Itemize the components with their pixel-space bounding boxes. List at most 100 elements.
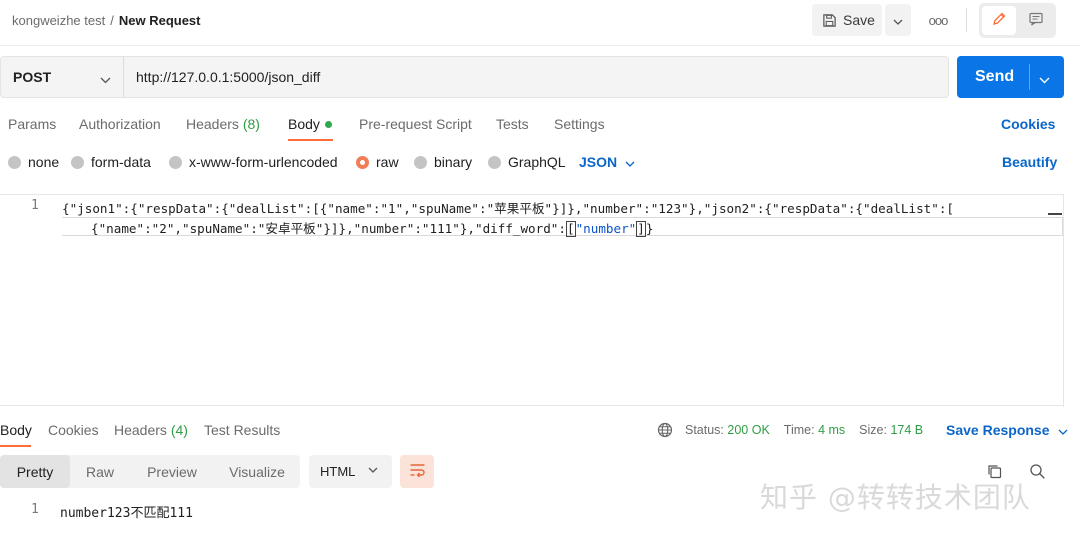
response-body-text: number123不匹配111: [60, 506, 193, 521]
body-type-binary[interactable]: binary: [414, 154, 472, 170]
request-header: kongweizhe test / New Request Save ooo: [0, 0, 1080, 46]
header-divider: [966, 8, 967, 32]
tab-tests[interactable]: Tests: [496, 116, 529, 132]
response-meta: Status: 200 OK Time: 4 ms Size: 174 B: [657, 422, 923, 438]
time-value[interactable]: 4 ms: [818, 423, 845, 437]
body-editor[interactable]: 1 {"json1":{"respData":{"dealList":[{"na…: [0, 194, 1064, 407]
save-button-label: Save: [843, 12, 875, 28]
view-mode-toggle: [979, 3, 1056, 38]
tab-headers-label: Headers: [186, 116, 239, 132]
wrap-lines-icon: [409, 463, 426, 480]
radio-label: binary: [434, 154, 473, 170]
body-type-urlencoded[interactable]: x-www-form-urlencoded: [169, 154, 338, 170]
radio-circle: [414, 155, 427, 169]
body-format-select[interactable]: JSON: [579, 154, 635, 170]
save-response-label: Save Response: [946, 422, 1050, 438]
more-dots-icon: ooo: [928, 12, 949, 28]
save-button[interactable]: Save: [812, 4, 882, 36]
documentation-mode-button[interactable]: [1019, 6, 1053, 35]
save-response-button[interactable]: Save Response: [946, 422, 1068, 438]
tab-body-label: Body: [288, 116, 320, 132]
response-view-modes: Pretty Raw Preview Visualize: [0, 455, 300, 488]
active-tab-indicator: [288, 139, 333, 141]
response-tab-headers-label: Headers: [114, 422, 167, 438]
send-button-label: Send: [975, 68, 1015, 85]
code-text: "number": [575, 221, 637, 236]
tab-headers-count: (8): [242, 116, 260, 132]
time-label: Time:: [783, 423, 815, 437]
method-select[interactable]: POST: [0, 56, 124, 98]
radio-circle: [488, 155, 501, 169]
chevron-down-icon[interactable]: [1039, 71, 1050, 89]
response-format-select[interactable]: HTML: [309, 455, 392, 488]
chevron-down-icon: [893, 13, 903, 28]
tab-settings[interactable]: Settings: [554, 116, 605, 132]
tab-pre-request-script[interactable]: Pre-request Script: [359, 116, 472, 132]
chevron-down-icon: [100, 71, 111, 87]
view-pretty-button[interactable]: Pretty: [0, 455, 70, 488]
size-label: Size:: [859, 423, 887, 437]
chevron-down-icon: [368, 467, 378, 473]
radio-circle-selected: [356, 155, 369, 169]
more-options-button[interactable]: ooo: [926, 8, 950, 32]
view-raw-button[interactable]: Raw: [70, 455, 130, 488]
response-format-value: HTML: [320, 464, 356, 479]
save-icon: [822, 13, 837, 28]
tab-headers[interactable]: Headers (8): [186, 116, 260, 132]
body-modified-indicator: [324, 121, 332, 128]
radio-label: form-data: [91, 154, 151, 170]
radio-label: x-www-form-urlencoded: [189, 154, 338, 170]
response-tab-headers[interactable]: Headers (4): [114, 422, 188, 438]
method-value: POST: [13, 69, 52, 85]
body-type-none[interactable]: none: [8, 154, 59, 170]
url-input[interactable]: http://127.0.0.1:5000/json_diff: [123, 56, 949, 98]
tab-body[interactable]: Body: [288, 116, 332, 132]
response-tab-body[interactable]: Body: [0, 422, 32, 438]
view-visualize-button[interactable]: Visualize: [214, 455, 300, 488]
radio-circle: [169, 155, 182, 169]
bracket-highlight: ]: [636, 221, 646, 237]
view-preview-button[interactable]: Preview: [134, 455, 210, 488]
radio-label: GraphQL: [508, 154, 566, 170]
body-type-raw[interactable]: raw: [356, 154, 399, 170]
body-type-form-data[interactable]: form-data: [71, 154, 151, 170]
response-line-number: 1: [31, 502, 39, 517]
wrap-lines-button[interactable]: [400, 455, 434, 488]
breadcrumb-workspace[interactable]: kongweizhe test: [12, 13, 105, 28]
comment-icon: [1028, 11, 1044, 30]
search-icon[interactable]: [1029, 463, 1046, 483]
watermark: 知乎 @转转技术团队: [760, 481, 1031, 514]
globe-icon[interactable]: [657, 422, 673, 438]
breadcrumb: kongweizhe test / New Request: [12, 13, 201, 28]
active-response-tab-indicator: [0, 445, 31, 447]
editor-scroll-indicator[interactable]: [1048, 213, 1062, 215]
tab-authorization[interactable]: Authorization: [79, 116, 161, 132]
radio-circle: [71, 155, 84, 169]
save-options-button[interactable]: [885, 4, 911, 36]
cookies-link[interactable]: Cookies: [1001, 116, 1055, 132]
chevron-down-icon: [617, 154, 635, 170]
line-number: 1: [31, 198, 39, 213]
editor-scrollbar[interactable]: [1063, 195, 1064, 407]
body-format-value: JSON: [579, 154, 618, 170]
pencil-icon: [991, 11, 1007, 30]
code-text: {"name":"2","spuName":"安卓平板"}]},"number"…: [91, 221, 566, 236]
tab-params[interactable]: Params: [8, 116, 56, 132]
response-tab-test-results[interactable]: Test Results: [204, 422, 280, 438]
beautify-link[interactable]: Beautify: [1002, 154, 1057, 170]
size-value[interactable]: 174 B: [890, 423, 923, 437]
breadcrumb-request-name[interactable]: New Request: [119, 13, 201, 28]
send-split-divider: [1029, 64, 1030, 90]
send-button[interactable]: Send: [957, 56, 1064, 98]
radio-circle: [8, 155, 21, 169]
body-type-graphql[interactable]: GraphQL: [488, 154, 566, 170]
breadcrumb-separator: /: [110, 13, 114, 28]
radio-label: raw: [376, 154, 399, 170]
response-tab-cookies[interactable]: Cookies: [48, 422, 99, 438]
status-value[interactable]: 200 OK: [727, 423, 769, 437]
code-line-1: {"json1":{"respData":{"dealList":[{"name…: [62, 201, 954, 216]
status-label: Status:: [685, 423, 724, 437]
bracket-highlight: [: [565, 221, 576, 237]
code-line-2: {"name":"2","spuName":"安卓平板"}]},"number"…: [62, 217, 1063, 237]
edit-mode-button[interactable]: [982, 6, 1016, 35]
